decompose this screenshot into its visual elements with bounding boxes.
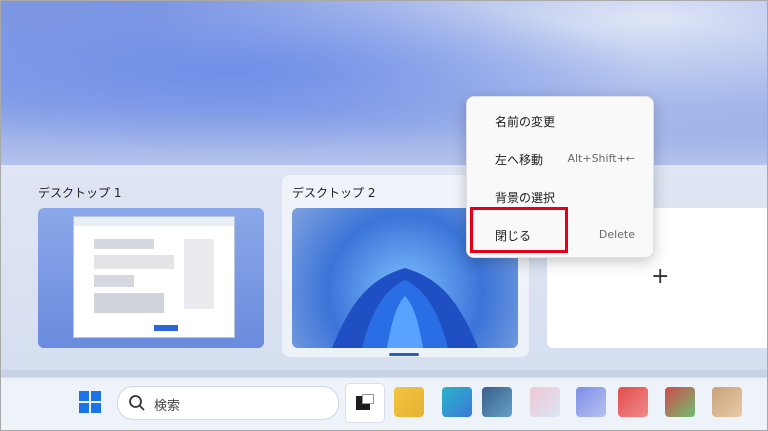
window-preview[interactable] (73, 216, 235, 338)
blurred-content (94, 293, 164, 313)
active-desktop-indicator (389, 353, 419, 356)
app-icon-blurred[interactable] (618, 387, 648, 417)
blurred-content (184, 239, 214, 309)
menu-item-label: 名前の変更 (495, 115, 556, 129)
menu-item-shortcut: Delete (598, 228, 635, 241)
app-icon-blurred[interactable] (442, 387, 472, 417)
app-icon-blurred[interactable] (712, 387, 742, 417)
task-view-button[interactable] (345, 383, 385, 423)
app-icon-folder[interactable] (394, 387, 424, 417)
blurred-content (94, 239, 154, 249)
blurred-content (154, 325, 178, 331)
windows-start-icon[interactable] (79, 391, 101, 413)
plus-icon: + (651, 264, 670, 289)
app-icon-blurred[interactable] (530, 387, 560, 417)
search-icon (129, 395, 145, 411)
annotation-highlight-box (470, 207, 568, 253)
menu-item-rename[interactable]: 名前の変更 (467, 101, 653, 139)
menu-item-label: 背景の選択 (495, 191, 556, 205)
task-view-icon-window (362, 394, 374, 404)
blurred-content (94, 275, 134, 287)
app-icon-blurred[interactable] (665, 387, 695, 417)
desktop-1-label: デスクトップ 1 (38, 186, 122, 200)
search-box[interactable]: 検索 (117, 386, 339, 420)
blurred-content (94, 255, 174, 269)
desktop-2-label: デスクトップ 2 (292, 186, 376, 200)
app-icon-blurred[interactable] (576, 387, 606, 417)
menu-item-move-left[interactable]: 左へ移動 Alt+Shift+← (467, 139, 653, 177)
menu-item-shortcut: Alt+Shift+← (567, 152, 635, 165)
app-icon-blurred[interactable] (482, 387, 512, 417)
desktop-1-thumbnail[interactable] (38, 208, 264, 348)
menu-item-label: 左へ移動 (495, 153, 544, 167)
virtual-desktops-view: デスクトップ 1 デスクトップ 2 + 名前の変更 左へ移動 Alt+Shift… (0, 0, 768, 431)
search-placeholder: 検索 (154, 399, 181, 414)
window-title-bar (74, 217, 234, 226)
taskbar: 検索 (1, 377, 767, 430)
